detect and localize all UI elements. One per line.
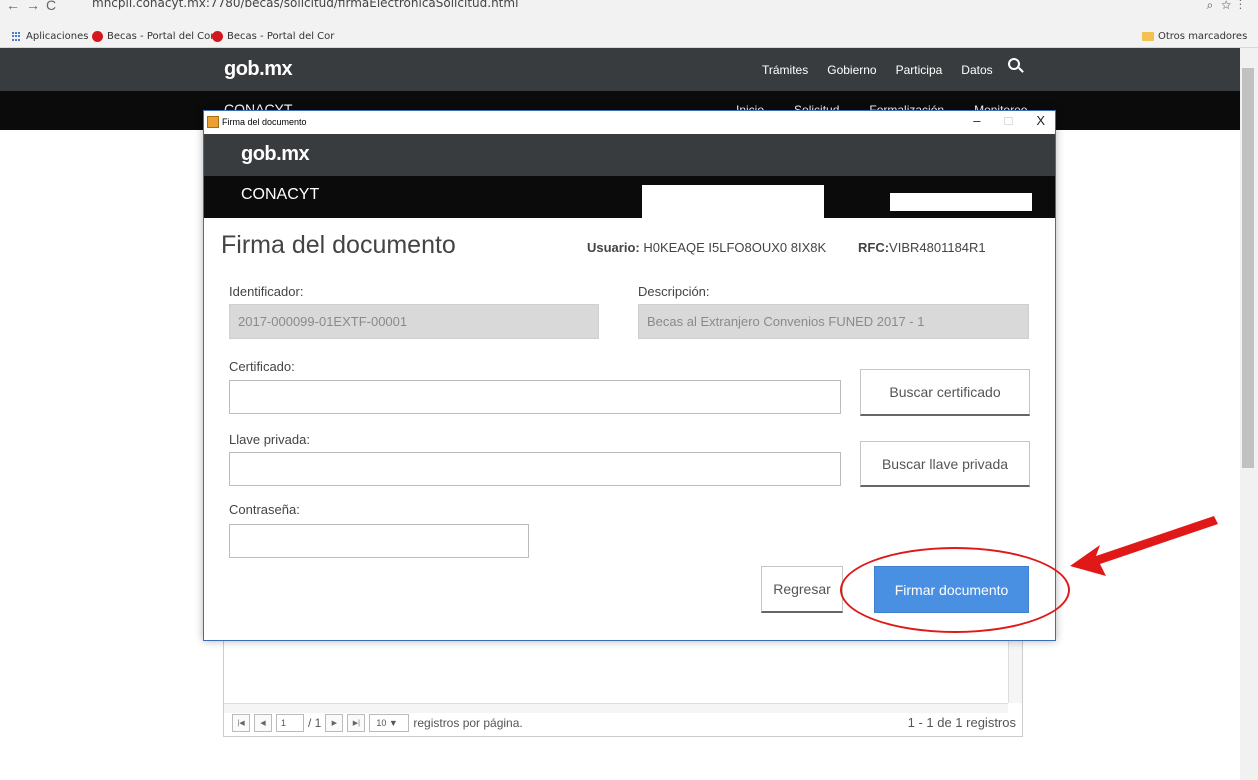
certificado-label: Certificado: [229, 359, 295, 374]
bookmark-other[interactable]: Otros marcadores [1142, 31, 1247, 42]
bookmark-becas-2[interactable]: Becas - Portal del Cor [212, 31, 334, 42]
maximize-icon: □ [1004, 113, 1013, 128]
header-blank-box-1 [642, 185, 824, 218]
results-table: |◀ ◀ 1 / 1 ▶ ▶| 10 ▼ registros por págin… [223, 640, 1023, 737]
java-app-icon [207, 116, 219, 128]
page-input[interactable]: 1 [276, 714, 304, 732]
llave-label: Llave privada: [229, 432, 310, 447]
records-range: 1 - 1 de 1 registros [907, 715, 1016, 730]
buscar-certificado-button[interactable]: Buscar certificado [860, 369, 1030, 416]
table-vertical-scrollbar[interactable] [1008, 641, 1022, 703]
folder-icon [1142, 32, 1154, 41]
bookmark-favicon-icon [212, 31, 223, 42]
certificado-input[interactable] [229, 380, 841, 414]
identificador-field: 2017-000099-01EXTF-00001 [229, 304, 599, 339]
site-header: gob.mx Trámites Gobierno Participa Datos [0, 48, 1240, 91]
first-page-icon[interactable]: |◀ [232, 714, 250, 732]
annotation-highlight-ellipse [840, 547, 1070, 633]
nav-tramites[interactable]: Trámites [762, 63, 808, 77]
nav-participa[interactable]: Participa [896, 63, 943, 77]
rfc-info: RFC:VIBR4801184R1 [858, 240, 986, 255]
bookmark-apps[interactable]: Aplicaciones [12, 31, 88, 42]
dialog-heading: Firma del documento [221, 231, 456, 259]
browser-nav-icons[interactable]: ←→C [6, 0, 62, 12]
table-horizontal-scrollbar[interactable] [224, 703, 1008, 713]
apps-grid-icon [12, 31, 22, 42]
top-nav: Trámites Gobierno Participa Datos [762, 63, 993, 77]
scrollbar-thumb[interactable] [1242, 68, 1254, 468]
page-size-select[interactable]: 10 ▼ [369, 714, 410, 732]
header-blank-box-2 [890, 193, 1032, 211]
identificador-label: Identificador: [229, 284, 304, 299]
prev-page-icon[interactable]: ◀ [254, 714, 272, 732]
pagination: |◀ ◀ 1 / 1 ▶ ▶| 10 ▼ registros por págin… [232, 714, 523, 732]
llave-input[interactable] [229, 452, 841, 486]
dialog-titlebar[interactable]: Firma del documento – □ X [204, 111, 1055, 134]
dialog-window-title: Firma del documento [222, 117, 307, 127]
annotation-arrow-icon [1070, 516, 1218, 576]
buscar-llave-button[interactable]: Buscar llave privada [860, 441, 1030, 487]
browser-address-bar: ←→C mncpll.conacyt.mx:7780/becas/solicit… [0, 0, 1258, 28]
window-controls: – □ X [973, 113, 1045, 128]
dialog-gobmx-logo: gob.mx [241, 143, 310, 165]
descripcion-field: Becas al Extranjero Convenios FUNED 2017… [638, 304, 1029, 339]
password-label: Contraseña: [229, 502, 300, 517]
bookmark-favicon-icon [92, 31, 103, 42]
descripcion-label: Descripción: [638, 284, 710, 299]
bookmark-becas-1[interactable]: Becas - Portal del Cor [92, 31, 214, 42]
page-scrollbar[interactable] [1240, 48, 1258, 780]
dialog-header: gob.mx [204, 134, 1055, 176]
search-icon[interactable] [1008, 58, 1020, 70]
close-icon[interactable]: X [1036, 113, 1045, 128]
user-info: Usuario: H0KEAQE I5LFO8OUX0 8IX8K [587, 240, 827, 255]
per-page-label: registros por página. [413, 716, 523, 730]
dialog-org-name: CONACYT [241, 186, 320, 203]
regresar-button[interactable]: Regresar [761, 566, 843, 613]
page-total: / 1 [308, 716, 322, 730]
gobmx-logo[interactable]: gob.mx [224, 58, 293, 81]
minimize-icon[interactable]: – [973, 113, 980, 128]
bookmarks-bar: Aplicaciones Becas - Portal del Cor Beca… [0, 28, 1258, 48]
next-page-icon[interactable]: ▶ [325, 714, 344, 732]
dialog-org-bar: CONACYT [204, 176, 1055, 218]
browser-menu-icons[interactable]: ⌕☆⋮ [1206, 0, 1250, 13]
nav-datos[interactable]: Datos [961, 63, 992, 77]
nav-gobierno[interactable]: Gobierno [827, 63, 876, 77]
url-text[interactable]: mncpll.conacyt.mx:7780/becas/solicitud/f… [92, 0, 518, 10]
last-page-icon[interactable]: ▶| [347, 714, 366, 732]
password-input[interactable] [229, 524, 529, 558]
